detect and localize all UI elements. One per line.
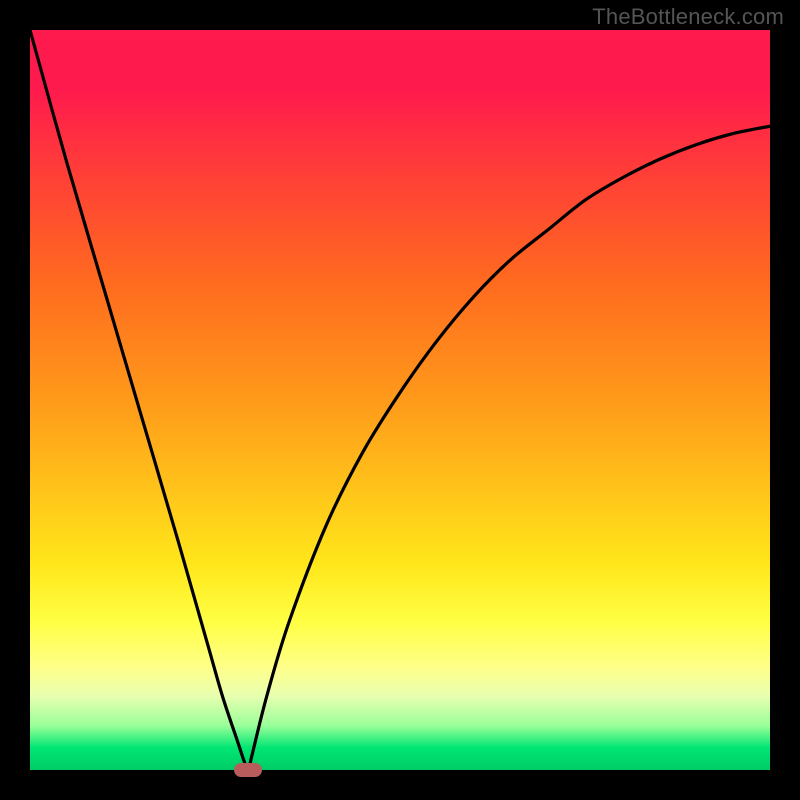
- chart-frame: TheBottleneck.com: [0, 0, 800, 800]
- plot-area: [30, 30, 770, 770]
- minimum-marker: [234, 763, 262, 777]
- curve-svg: [30, 30, 770, 770]
- curve-path: [30, 30, 770, 770]
- watermark-text: TheBottleneck.com: [592, 4, 784, 30]
